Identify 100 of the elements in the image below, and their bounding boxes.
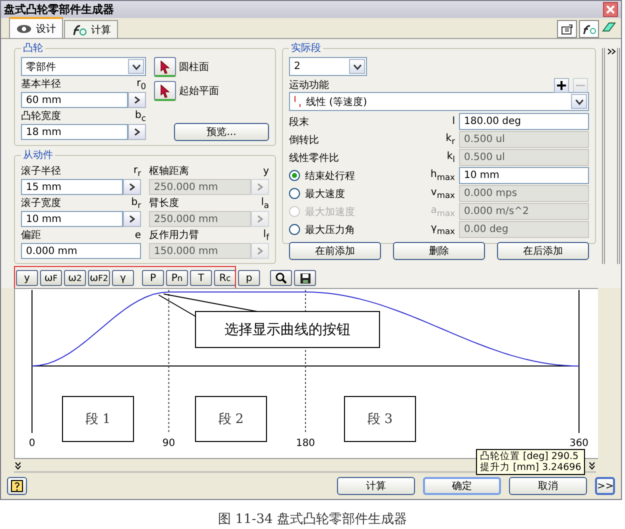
dialog-button[interactable]: 计算	[337, 477, 415, 495]
add-button[interactable]	[554, 78, 569, 92]
symbol: r$_{r}$	[133, 164, 141, 178]
caret-icon	[574, 98, 584, 104]
export-button[interactable]	[557, 20, 577, 38]
eraser-icon[interactable]	[601, 20, 617, 34]
help-icon	[11, 480, 23, 492]
document-icon	[561, 24, 573, 34]
cursor-icon	[159, 84, 171, 98]
function-icon	[582, 24, 596, 34]
axis-label: 0	[28, 438, 36, 449]
field-label: 凸轮宽度	[21, 110, 61, 123]
symbol: b$_{c}$	[135, 110, 146, 122]
input-field[interactable]: 180.00 deg	[459, 113, 589, 130]
segment-label: 段 2	[195, 396, 267, 442]
preview-button[interactable]: 预览...	[174, 123, 269, 141]
caret-icon	[132, 64, 140, 70]
cursor-icon	[159, 60, 171, 74]
close-button[interactable]	[603, 2, 618, 17]
function-icon	[71, 24, 87, 36]
segment-label: 段 3	[344, 396, 416, 442]
curve-button[interactable]: y	[16, 270, 38, 286]
spin-button[interactable]	[128, 92, 146, 108]
curve-button[interactable]: γ	[112, 270, 134, 286]
curve-button[interactable]: p	[238, 270, 260, 286]
zoom-button[interactable]	[270, 270, 292, 286]
option-label: 最大压力角	[305, 224, 355, 236]
spin-button[interactable]	[128, 124, 146, 140]
input-field[interactable]: 15 mm	[21, 179, 123, 195]
field-label: 枢轴距离	[149, 164, 189, 178]
field-label: 倒转比	[289, 134, 320, 146]
input-field: 0.00 deg	[459, 221, 589, 238]
input-field[interactable]: 10 mm	[459, 167, 589, 184]
more-button[interactable]: >>	[595, 477, 615, 495]
input-field[interactable]: 18 mm	[21, 124, 128, 140]
tab[interactable]: 设计	[9, 17, 63, 38]
field-label: 基本半径	[21, 78, 61, 91]
expand-icon[interactable]	[607, 48, 616, 55]
select-button[interactable]	[154, 81, 176, 101]
function-button[interactable]	[579, 20, 599, 38]
symbol: l	[451, 116, 456, 127]
input-field: 0.000 mps	[459, 185, 589, 202]
action-button[interactable]: 在后添加	[497, 242, 589, 260]
field-label: 臂长度	[149, 196, 179, 210]
input-field: 0.500 ul	[459, 131, 589, 148]
input-field[interactable]: 10 mm	[21, 211, 123, 227]
axis-label: 90	[162, 438, 176, 449]
symbol: b$_{r}$	[131, 196, 141, 210]
option-label: 最大速度	[305, 188, 345, 200]
field-label: 线性零件比	[289, 152, 340, 164]
dialog-button[interactable]: 取消	[509, 477, 587, 495]
close-icon	[606, 5, 615, 14]
symbol: v$_{max}$	[430, 187, 456, 200]
symbol: e	[134, 230, 141, 240]
curve-button[interactable]: T	[190, 270, 212, 286]
button-label: 圆柱面	[179, 60, 209, 74]
symbol: k$_{r}$	[444, 133, 456, 146]
symbol: h$_{max}$	[430, 169, 456, 182]
action-button[interactable]: 在前添加	[289, 242, 381, 260]
axis-label: 180	[296, 438, 316, 449]
callout-label: 选择显示曲线的按钮	[195, 311, 380, 348]
option-label: 结束处行程	[305, 170, 355, 182]
input-field[interactable]: 0.000 mm	[21, 243, 141, 259]
radio-button[interactable]	[289, 224, 300, 235]
input-field: 250.000 mm	[149, 179, 251, 195]
input-field: 250.000 mm	[149, 211, 251, 227]
radio-button[interactable]	[289, 170, 300, 181]
field-label: 反作用力臂	[149, 228, 199, 242]
select-button[interactable]	[154, 57, 176, 77]
button-label: 起始平面	[179, 84, 219, 98]
eye-icon	[16, 24, 32, 34]
tab[interactable]: 计算	[64, 20, 118, 38]
input-field[interactable]: 60 mm	[21, 92, 128, 108]
dropdown[interactable]: 2	[289, 57, 367, 76]
save-icon	[300, 272, 310, 284]
dropdown[interactable]: 线性 (等速度)	[289, 92, 589, 111]
curve-button[interactable]: P	[142, 270, 164, 286]
search-icon	[275, 272, 287, 284]
axis-label: 360	[569, 438, 589, 449]
radio-button[interactable]	[289, 188, 300, 199]
action-button[interactable]: 删除	[393, 242, 485, 260]
dialog-button[interactable]: 确定	[423, 477, 501, 495]
spin-button[interactable]	[123, 179, 141, 195]
help-button[interactable]	[7, 477, 27, 495]
input-field: 0.500 ul	[459, 149, 589, 166]
symbol: a$_{max}$	[430, 205, 456, 218]
symbol: γ$_{max}$	[430, 223, 456, 236]
input-field: 150.000 mm	[149, 243, 251, 259]
symbol: l$_{a}$	[261, 196, 269, 210]
save-button[interactable]	[294, 270, 316, 286]
segment-label: 段 1	[62, 396, 134, 442]
figure-caption: 图 11-34 盘式凸轮零部件生成器	[218, 512, 407, 527]
dropdown[interactable]: 零部件	[21, 57, 146, 76]
group-title: 从动件	[21, 148, 55, 162]
caret-icon	[352, 64, 362, 70]
symbol: y	[263, 166, 269, 176]
group-title: 实际段	[289, 41, 323, 55]
field-label: 滚子宽度	[21, 196, 61, 210]
tooltip: 凸轮位置 [deg] 290.5 提升力 [mm] 3.24696	[476, 449, 586, 475]
spin-button[interactable]	[123, 211, 141, 227]
